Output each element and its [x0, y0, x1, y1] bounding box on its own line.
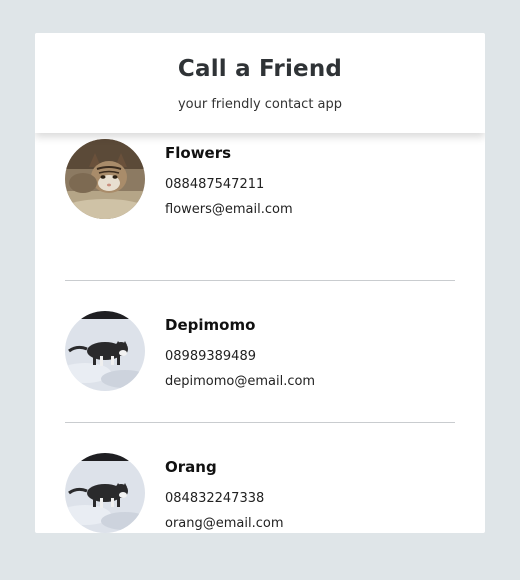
contact-name: Depimomo [165, 316, 256, 334]
contact-item[interactable]: Orang 084832247338 orang@email.com [65, 422, 455, 533]
contact-info: Flowers 088487547211 flowers@email.com [165, 143, 293, 218]
cat-in-snow-photo-icon [65, 311, 145, 391]
tabby-kitten-photo-icon [65, 139, 145, 219]
contact-phone[interactable]: 084832247338 [165, 490, 284, 507]
contact-info: Orang 084832247338 orang@email.com [165, 457, 284, 532]
app-title: Call a Friend [177, 56, 343, 82]
avatar [65, 311, 145, 391]
contact-phone[interactable]: 088487547211 [165, 176, 293, 193]
contact-email[interactable]: orang@email.com [165, 515, 284, 532]
contact-item[interactable]: Flowers 088487547211 flowers@email.com [65, 139, 455, 280]
app-header: Call a Friend your friendly contact app [35, 33, 485, 133]
contact-list: Flowers 088487547211 flowers@email.com D… [65, 139, 455, 533]
contact-item[interactable]: Depimomo 08989389489 depimomo@email.com [65, 280, 455, 422]
contact-email[interactable]: depimomo@email.com [165, 373, 315, 390]
contact-name: Flowers [165, 144, 232, 162]
contact-phone[interactable]: 08989389489 [165, 348, 315, 365]
avatar [65, 453, 145, 533]
app-subtitle: your friendly contact app [177, 97, 343, 112]
contact-email[interactable]: flowers@email.com [165, 201, 293, 218]
avatar [65, 139, 145, 219]
contact-info: Depimomo 08989389489 depimomo@email.com [165, 315, 315, 390]
contact-card: Call a Friend your friendly contact app [35, 33, 485, 533]
contact-name: Orang [165, 458, 217, 476]
cat-in-snow-photo-icon [65, 453, 145, 533]
